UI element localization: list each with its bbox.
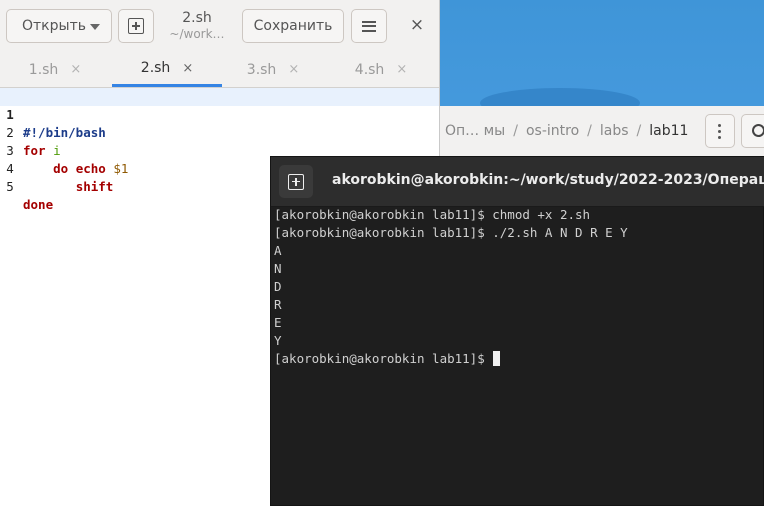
document-name: 2.sh — [182, 10, 212, 26]
tab-2-sh[interactable]: 2.sh × — [112, 52, 222, 87]
terminal-line: E — [274, 315, 282, 330]
tab-1-sh[interactable]: 1.sh × — [0, 52, 110, 87]
open-button-label: Открыть — [22, 18, 86, 34]
tab-close-icon[interactable]: × — [396, 62, 407, 77]
open-button[interactable]: Открыть — [6, 9, 112, 43]
terminal-prompt-line[interactable]: [akorobkin@akorobkin lab11]$ — [274, 350, 501, 368]
files-window-header: Оп… мы / os-intro / labs / lab11 — [439, 106, 764, 159]
tab-label: 4.sh — [354, 61, 385, 78]
code-line: 2 for i — [0, 106, 439, 158]
path-segment-labs[interactable]: labs — [594, 123, 635, 139]
terminal-prompt: [akorobkin@akorobkin lab11]$ — [274, 351, 493, 366]
terminal-line: [akorobkin@akorobkin lab11]$ ./2.sh A N … — [274, 225, 628, 240]
new-document-button[interactable] — [118, 9, 154, 43]
terminal-line: Y — [274, 333, 282, 348]
document-path: ~/work… — [169, 27, 225, 41]
editor-header-bar: Открыть 2.sh ~/work… Сохранить × — [0, 0, 439, 53]
path-segment-os-intro[interactable]: os-intro — [520, 123, 585, 139]
terminal-line: N — [274, 261, 282, 276]
tab-close-icon[interactable]: × — [182, 61, 193, 76]
path-bar: Оп… мы / os-intro / labs / lab11 — [439, 114, 704, 148]
code-line: 3 do echo $1 — [0, 124, 439, 176]
new-tab-button[interactable] — [279, 165, 313, 198]
path-separator: / — [587, 123, 592, 139]
chevron-down-icon — [90, 24, 100, 30]
keyword: shift — [75, 179, 114, 194]
hamburger-menu-icon — [362, 20, 376, 32]
tab-4-sh[interactable]: 4.sh × — [326, 52, 436, 87]
search-button[interactable] — [741, 114, 764, 148]
terminal-window: akorobkin@akorobkin:~/work/study/2022-20… — [270, 156, 764, 506]
tab-close-icon[interactable]: × — [70, 62, 81, 77]
path-segment-parent[interactable]: Оп… мы — [439, 123, 511, 139]
tab-label: 2.sh — [140, 60, 171, 76]
terminal-line: D — [274, 279, 282, 294]
new-tab-icon — [288, 173, 304, 190]
terminal-line: A — [274, 243, 282, 258]
tab-label: 3.sh — [246, 61, 277, 78]
document-tabs: 1.sh × 2.sh × 3.sh × 4.sh × — [0, 52, 439, 88]
kebab-menu-button[interactable] — [705, 114, 735, 148]
path-separator: / — [636, 123, 642, 139]
save-button[interactable]: Сохранить — [242, 9, 344, 43]
terminal-title: akorobkin@akorobkin:~/work/study/2022-20… — [332, 172, 764, 188]
tab-close-icon[interactable]: × — [288, 62, 299, 77]
text-cursor — [493, 351, 501, 366]
keyword: done — [23, 197, 54, 212]
tab-3-sh[interactable]: 3.sh × — [218, 52, 328, 87]
code-line: 1 #!/bin/bash — [0, 88, 439, 140]
main-menu-button[interactable] — [351, 9, 387, 43]
path-segment-lab11[interactable]: lab11 — [643, 123, 694, 139]
document-title: 2.sh ~/work… — [160, 10, 234, 42]
path-separator: / — [513, 123, 518, 139]
terminal-line: R — [274, 297, 282, 312]
tab-label: 1.sh — [28, 61, 59, 78]
window-close-button[interactable]: × — [408, 15, 426, 35]
search-icon — [752, 124, 764, 137]
terminal-output[interactable]: [akorobkin@akorobkin lab11]$ chmod +x 2.… — [274, 206, 762, 503]
new-document-icon — [128, 18, 144, 34]
line-number: 5 — [6, 179, 14, 194]
terminal-header-bar: akorobkin@akorobkin:~/work/study/2022-20… — [271, 157, 764, 207]
terminal-line: [akorobkin@akorobkin lab11]$ chmod +x 2.… — [274, 207, 591, 222]
